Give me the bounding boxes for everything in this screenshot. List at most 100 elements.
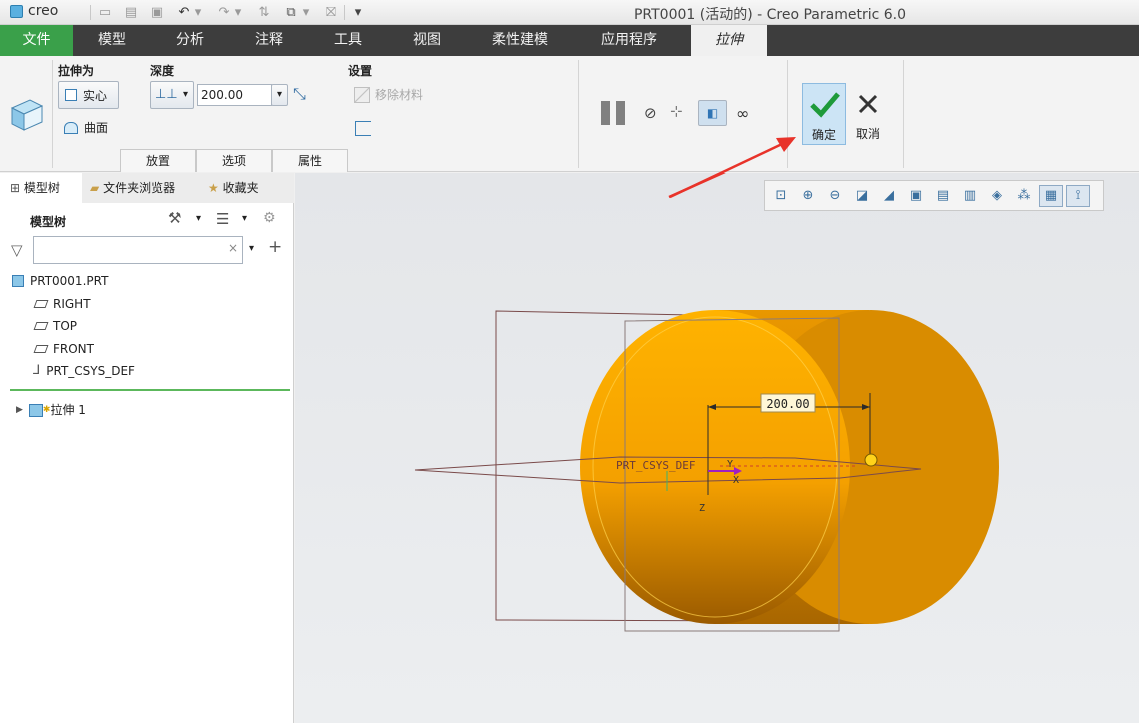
no-preview-icon[interactable]: ⊘ [644,104,657,122]
expand-triangle-icon[interactable]: ▶ [16,399,23,421]
settings-label: 设置 [348,64,373,78]
redo-dropdown-icon[interactable]: ▾ [233,4,243,21]
ok-label: 确定 [811,128,836,142]
regenerate-icon[interactable]: ⇅ [255,4,273,21]
blind-depth-icon: ⊥⊥ [155,87,178,102]
separator [52,60,53,168]
tree-settings-icon[interactable]: ⚒ [168,209,181,227]
extrude-feature-icon [10,99,44,131]
close-window-icon[interactable]: ⛝ [322,4,340,21]
model-tree-title: 模型树 [30,215,67,229]
tree-item-label: FRONT [53,342,94,356]
tree-filter-settings-icon[interactable]: ⚙ [263,210,276,226]
depth-label: 深度 [150,64,175,78]
windows-icon[interactable]: ⧉ [282,4,300,21]
tab-properties[interactable]: 属性 [272,149,348,172]
app-logo: creo [10,3,58,19]
chevron-down-icon: ▾ [183,89,189,100]
separator [787,60,788,168]
depth-value-dropdown[interactable]: ▾ [271,84,288,106]
tab-model-tree[interactable]: ⊞ 模型树 [0,173,82,203]
save-icon[interactable]: ▣ [148,4,166,21]
chevron-down-icon[interactable]: ▾ [242,213,247,224]
tree-search-input[interactable] [33,236,243,264]
clear-search-icon[interactable]: × [228,241,238,255]
separator [344,5,345,20]
datum-plane-icon [33,345,49,353]
extrude-icon [28,403,43,417]
chevron-down-icon[interactable]: ▾ [196,213,201,224]
tab-favorites[interactable]: ★ 收藏夹 [200,173,294,203]
tree-item-right[interactable]: RIGHT [33,293,91,315]
tab-placement[interactable]: 放置 [120,149,196,172]
separator [90,5,91,20]
pause-button[interactable] [601,101,627,125]
tree-columns-icon[interactable]: ☰ [216,210,229,228]
undo-dropdown-icon[interactable]: ▾ [193,4,203,21]
tree-item-front[interactable]: FRONT [33,338,94,360]
add-filter-icon[interactable]: + [268,237,282,257]
tab-folder-browser[interactable]: ▰ 文件夹浏览器 [82,173,200,203]
tab-options[interactable]: 选项 [196,149,272,172]
tree-item-root[interactable]: PRT0001.PRT [12,270,108,292]
verify-glasses-icon[interactable]: ∞ [736,104,749,123]
app-logo-text: creo [28,3,59,19]
datum-plane-icon [33,300,49,308]
thicken-sketch-icon[interactable] [355,121,371,136]
title-bar: creo ▭ ▤ ▣ ↶ ▾ ↷ ▾ ⇅ ⧉ ▾ ⛝ ▾ PRT0001 (活动… [0,0,1139,25]
coordinate-system-icon: ⅃ [33,363,41,378]
solid-button[interactable]: 实心 [58,81,119,109]
cancel-button[interactable]: 取消 [851,83,885,145]
tab-analysis[interactable]: 分析 [155,25,225,56]
solid-label: 实心 [83,88,108,103]
surface-label: 曲面 [84,121,109,135]
new-file-icon[interactable]: ▭ [96,4,114,21]
tree-item-csys[interactable]: ⅃ PRT_CSYS_DEF [33,360,135,382]
tab-flexible-modeling[interactable]: 柔性建模 [472,25,568,56]
tab-model[interactable]: 模型 [78,25,146,56]
window-title: PRT0001 (活动的) - Creo Parametric 6.0 [633,7,907,23]
insert-here-marker[interactable] [10,389,290,391]
surface-button[interactable]: 曲面 [64,119,108,136]
flip-direction-icon[interactable]: ⤡ [293,84,306,104]
remove-material-label: 移除材料 [375,88,424,102]
tab-model-tree-label: 模型树 [23,181,60,195]
depth-value-input[interactable]: 200.00 [197,84,272,106]
pause-icon [601,101,610,125]
redo-icon[interactable]: ↷ [215,4,233,21]
tree-item-label: PRT_CSYS_DEF [46,364,135,378]
depth-type-dropdown[interactable]: ⊥⊥ ▾ [150,81,194,109]
customize-toolbar-icon[interactable]: ▾ [349,4,367,21]
datum-plane-icon [33,322,49,330]
tab-view[interactable]: 视图 [392,25,462,56]
axis-x-label: X [733,475,739,486]
chevron-down-icon[interactable]: ▾ [249,243,254,254]
ok-button[interactable]: 确定 [802,83,846,145]
favorites-icon: ★ [208,181,219,195]
open-file-icon[interactable]: ▤ [122,4,140,21]
extrude-ribbon: 拉伸为 实心 曲面 深度 ⊥⊥ ▾ 200.00 ▾ ⤡ 设置 移除材料 放置 … [0,56,1139,172]
attached-preview-icon[interactable]: ⊹ [670,102,683,120]
dimension-value[interactable]: 200.00 [766,397,809,411]
tree-item-label: RIGHT [53,297,91,311]
undo-icon[interactable]: ↶ [175,4,193,21]
tab-tools[interactable]: 工具 [313,25,383,56]
tab-extrude[interactable]: 拉伸 [691,25,767,56]
tab-applications[interactable]: 应用程序 [581,25,677,56]
depth-drag-handle[interactable] [864,453,878,467]
tab-annotate[interactable]: 注释 [234,25,304,56]
detached-preview-icon[interactable]: ◧ [698,100,727,126]
filter-icon: ▽ [11,241,23,259]
tree-item-extrude[interactable]: ▶ ✱ 拉伸 1 [16,399,86,421]
creo-logo-icon [10,4,23,18]
separator [903,60,904,168]
csys-label: PRT_CSYS_DEF [616,459,695,472]
tab-file[interactable]: 文件 [0,25,73,56]
model-canvas[interactable]: 200.00 PRT_CSYS_DEF Y X Z [295,173,1139,723]
tree-item-label: TOP [53,319,78,333]
windows-dropdown-icon[interactable]: ▾ [301,4,311,21]
tree-item-top[interactable]: TOP [33,315,78,337]
annotation-arrow [668,173,726,199]
remove-material-button[interactable]: 移除材料 [354,86,423,103]
tab-favorites-label: 收藏夹 [222,181,259,195]
